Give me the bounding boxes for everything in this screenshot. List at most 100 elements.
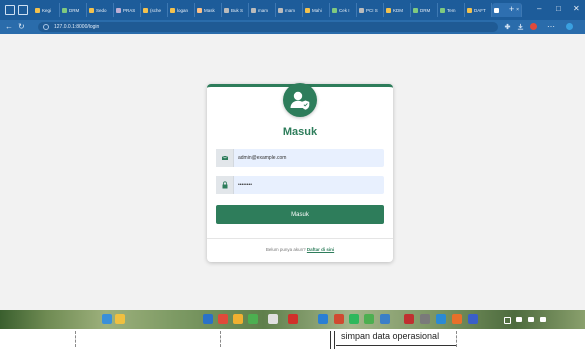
chrome-icon[interactable]: [248, 314, 258, 324]
mail-icon[interactable]: [203, 314, 213, 324]
favicon-icon: [197, 7, 202, 13]
favicon-icon: [89, 7, 94, 13]
explorer-icon[interactable]: [115, 314, 125, 324]
browser-toolbar: ← ↻ 127.0.0.1:8000/login ⋯: [0, 20, 585, 34]
register-link[interactable]: Daftar di sini: [307, 247, 334, 252]
favicon-icon: [494, 7, 499, 13]
browser-tab[interactable]: DAFT: [465, 3, 492, 17]
bracket-line: [330, 331, 331, 349]
arrow-line: [336, 345, 456, 346]
window-menu-icon[interactable]: [5, 5, 15, 15]
favicon-icon: [332, 7, 337, 13]
favicon-icon: [224, 7, 229, 13]
browser-tab[interactable]: Cek I: [330, 3, 357, 17]
settings-icon[interactable]: [420, 314, 430, 324]
email-field[interactable]: [216, 149, 384, 167]
email-input[interactable]: [238, 149, 378, 167]
browser-tab[interactable]: Tem: [438, 3, 465, 17]
tab-label: logan: [177, 7, 189, 13]
volume-icon[interactable]: [528, 317, 534, 322]
lock-icon: [216, 176, 234, 194]
favicon-icon: [386, 7, 391, 13]
back-icon[interactable]: ←: [5, 22, 13, 32]
system-tray: [500, 313, 585, 326]
chevron-up-icon[interactable]: [504, 317, 511, 324]
tab-label: (sche: [150, 7, 162, 13]
chrome2-icon[interactable]: [364, 314, 374, 324]
folder-icon[interactable]: [233, 314, 243, 324]
browser-tab[interactable]: (sche: [141, 3, 168, 17]
login-card: Masuk Masuk Belum punya akun? Daftar di …: [207, 83, 393, 262]
close-tab-icon[interactable]: ×: [516, 7, 519, 13]
word-icon[interactable]: [404, 314, 414, 324]
close-window-icon[interactable]: ✕: [573, 4, 580, 14]
vscode-icon[interactable]: [318, 314, 328, 324]
tab-actions-icon[interactable]: [18, 5, 28, 15]
browser-tab[interactable]: mam: [249, 3, 276, 17]
annotation-area: simpan data operasional: [0, 329, 585, 349]
user-shield-icon: [283, 83, 317, 117]
browser-tab[interactable]: Buk S: [222, 3, 249, 17]
tab-label: Buk S: [231, 7, 244, 13]
maximize-icon[interactable]: □: [556, 4, 561, 14]
tab-label: DRM: [69, 7, 80, 13]
browser-tab[interactable]: Mahi: [303, 3, 330, 17]
register-prompt-text: Belum punya akun?: [265, 247, 306, 252]
tab-label: Mask: [204, 7, 215, 13]
favicon-icon: [35, 7, 40, 13]
wifi-icon[interactable]: [516, 317, 522, 322]
reload-icon[interactable]: ↻: [18, 22, 25, 32]
tab-label: KDM: [393, 7, 403, 13]
tab-label: Kegi: [42, 7, 52, 13]
app-icon[interactable]: [268, 314, 278, 324]
tab-label: mam: [258, 7, 268, 13]
browser-icon[interactable]: [218, 314, 228, 324]
app2-icon[interactable]: [334, 314, 344, 324]
favicon-icon: [170, 7, 175, 13]
spotify-icon[interactable]: [349, 314, 359, 324]
copilot-icon[interactable]: [566, 23, 573, 30]
windows-icon[interactable]: [102, 314, 112, 324]
site-info-icon[interactable]: [43, 24, 49, 30]
browser-tab[interactable]: mam: [276, 3, 303, 17]
new-tab-icon[interactable]: +: [509, 4, 514, 14]
browser-tab[interactable]: PCI S: [357, 3, 384, 17]
browser-tab[interactable]: DRM: [411, 3, 438, 17]
browser-tab[interactable]: Mask: [195, 3, 222, 17]
battery-icon[interactable]: [540, 317, 546, 322]
browser-tab-bar: Kegi DRM Sedo PRAS (sche logan Mask Buk S mam mam…: [0, 0, 585, 20]
browser-tab[interactable]: DRM: [60, 3, 87, 17]
divider: [207, 238, 393, 239]
edge-icon[interactable]: [436, 314, 446, 324]
login-button[interactable]: Masuk: [216, 205, 384, 224]
tab-label: DRM: [420, 7, 431, 13]
password-field[interactable]: [216, 176, 384, 194]
extensions-icon[interactable]: [504, 23, 511, 30]
favicon-icon: [251, 7, 256, 13]
browser-tab[interactable]: Sedo: [87, 3, 114, 17]
minimize-icon[interactable]: –: [537, 4, 541, 14]
download-icon[interactable]: [517, 23, 524, 30]
browser-tab[interactable]: logan: [168, 3, 195, 17]
url-text: 127.0.0.1:8000/login: [54, 24, 100, 30]
address-bar[interactable]: 127.0.0.1:8000/login: [38, 22, 498, 32]
browser-tab[interactable]: PRAS: [114, 3, 141, 17]
active-browser-tab[interactable]: ×: [492, 3, 522, 17]
terminal-icon[interactable]: [380, 314, 390, 324]
favicon-icon: [467, 7, 472, 13]
profile-avatar[interactable]: [530, 23, 537, 30]
browser-tab[interactable]: KDM: [384, 3, 411, 17]
tab-label: Cek I: [339, 7, 350, 13]
menu-icon[interactable]: ⋯: [547, 22, 555, 32]
password-input[interactable]: [238, 176, 378, 194]
app3-icon[interactable]: [468, 314, 478, 324]
favicon-icon: [278, 7, 283, 13]
favicon-icon: [305, 7, 310, 13]
pinterest-icon[interactable]: [288, 314, 298, 324]
browser-tab[interactable]: Kegi: [33, 3, 60, 17]
tab-label: PCI S: [366, 7, 378, 13]
favicon-icon: [413, 7, 418, 13]
page-background: Masuk Masuk Belum punya akun? Daftar di …: [0, 34, 585, 310]
office-icon[interactable]: [452, 314, 462, 324]
favicon-icon: [143, 7, 148, 13]
